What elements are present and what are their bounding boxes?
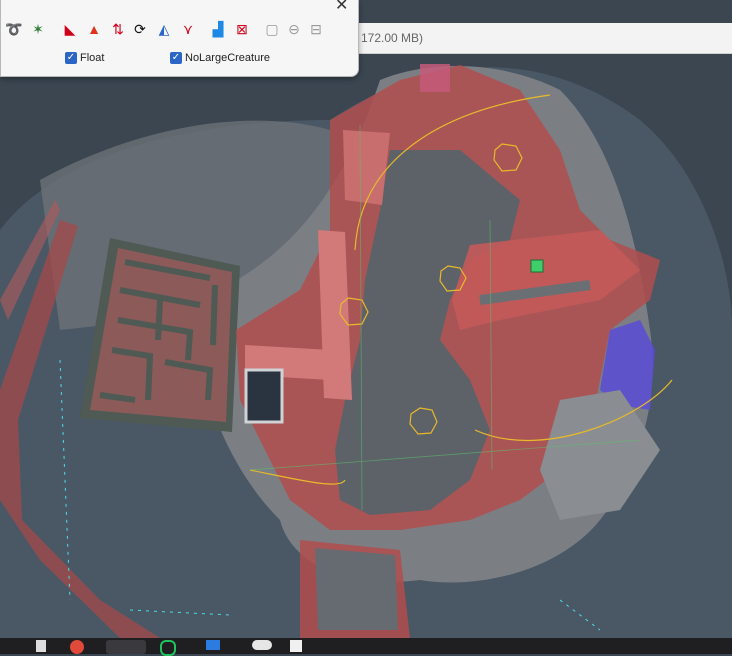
minus-square-icon[interactable]: ⊟ xyxy=(307,20,325,38)
navmesh-tool-panel: ✕ ➰ ✶ ◣ ▲ ⇅ ⟳ ◭ ⋎ ▟ ⊠ ▢ ⊖ ⊟ ✓ Float ✓ No… xyxy=(0,0,359,77)
palm-tree-icon[interactable]: ✶ xyxy=(29,20,47,38)
cube-icon[interactable]: ▢ xyxy=(263,20,281,38)
taskbar xyxy=(0,638,732,656)
float-label: Float xyxy=(80,52,105,64)
red-flag-icon[interactable]: ◣ xyxy=(61,20,79,38)
terrain-triangle-icon[interactable]: ▲ xyxy=(85,20,103,38)
folder-icon[interactable] xyxy=(206,640,220,650)
close-icon[interactable]: ✕ xyxy=(335,0,348,15)
nolargecreature-checkbox[interactable]: ✓ NoLargeCreature xyxy=(170,52,270,64)
checkmark-icon: ✓ xyxy=(170,52,182,64)
sort-arrows-icon[interactable]: ⇅ xyxy=(109,20,127,38)
checkmark-icon: ✓ xyxy=(65,52,77,64)
memory-usage-label: 172.00 MB) xyxy=(361,31,424,45)
minus-circle-icon[interactable]: ⊖ xyxy=(285,20,303,38)
navmesh-viewport[interactable] xyxy=(0,0,732,638)
invalid-mesh-icon[interactable]: ⊠ xyxy=(233,20,251,38)
water-level-icon[interactable]: ▟ xyxy=(209,20,227,38)
notes-icon[interactable] xyxy=(290,640,302,652)
host-window-titlebar: 172.00 MB) xyxy=(355,23,732,54)
nolargecreature-label: NoLargeCreature xyxy=(185,52,270,64)
chrome-icon[interactable] xyxy=(70,640,84,654)
rotate-icon[interactable]: ⟳ xyxy=(131,20,149,38)
float-checkbox[interactable]: ✓ Float xyxy=(65,52,104,64)
file-icon[interactable] xyxy=(36,640,46,652)
node-graph-icon[interactable]: ⋎ xyxy=(179,20,197,38)
cloud-icon[interactable] xyxy=(252,640,272,650)
app-icon[interactable] xyxy=(106,640,146,654)
navmesh-render xyxy=(0,0,732,638)
lasso-tool-icon[interactable]: ➰ xyxy=(5,20,23,38)
pyramid-icon[interactable]: ◭ xyxy=(155,20,173,38)
